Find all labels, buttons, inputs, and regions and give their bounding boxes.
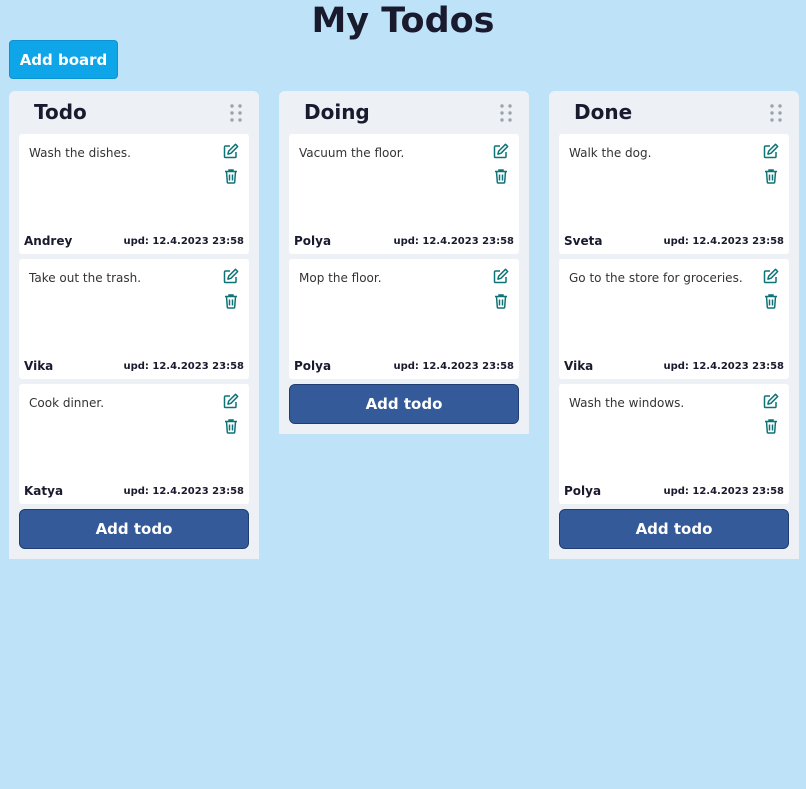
card-updated: upd: 12.4.2023 23:58 [123,361,244,372]
board-header: Done [559,91,789,134]
board-todo: Todo Wash the dishes. Andrey upd: 12.4.2… [9,91,259,559]
trash-icon[interactable] [763,293,779,309]
trash-icon[interactable] [223,293,239,309]
card-author: Andrey [24,234,73,248]
card-text: Go to the store for groceries. [569,271,743,285]
drag-handle-icon[interactable] [229,104,243,122]
drag-handle-icon[interactable] [499,104,513,122]
trash-icon[interactable] [763,418,779,434]
board-doing: Doing Vacuum the floor. Polya upd: 12.4.… [279,91,529,434]
add-todo-button[interactable]: Add todo [19,509,249,549]
card-author: Katya [24,484,64,498]
board-title: Done [574,100,633,124]
todo-card[interactable]: Wash the windows. Polya upd: 12.4.2023 2… [559,384,789,504]
board-done: Done Walk the dog. Sveta upd: 12.4.2023 … [549,91,799,559]
trash-icon[interactable] [763,168,779,184]
board-header: Todo [19,91,249,134]
edit-icon[interactable] [493,143,509,159]
card-updated: upd: 12.4.2023 23:58 [663,236,784,247]
card-text: Cook dinner. [29,396,105,410]
card-author: Vika [564,359,594,373]
drag-handle-icon[interactable] [769,104,783,122]
card-text: Wash the windows. [569,396,685,410]
card-author: Polya [294,359,332,373]
card-author: Vika [24,359,54,373]
card-updated: upd: 12.4.2023 23:58 [123,236,244,247]
card-updated: upd: 12.4.2023 23:58 [393,236,514,247]
card-updated: upd: 12.4.2023 23:58 [393,361,514,372]
todo-card[interactable]: Walk the dog. Sveta upd: 12.4.2023 23:58 [559,134,789,254]
card-text: Walk the dog. [569,146,652,160]
trash-icon[interactable] [493,168,509,184]
add-todo-button[interactable]: Add todo [289,384,519,424]
trash-icon[interactable] [223,418,239,434]
board-title: Todo [34,100,87,124]
trash-icon[interactable] [223,168,239,184]
card-author: Sveta [564,234,603,248]
todo-card[interactable]: Mop the floor. Polya upd: 12.4.2023 23:5… [289,259,519,379]
board-header: Doing [289,91,519,134]
page-title: My Todos [311,1,495,41]
edit-icon[interactable] [763,393,779,409]
add-todo-button[interactable]: Add todo [559,509,789,549]
todo-card[interactable]: Take out the trash. Vika upd: 12.4.2023 … [19,259,249,379]
edit-icon[interactable] [223,143,239,159]
edit-icon[interactable] [763,268,779,284]
card-text: Vacuum the floor. [299,146,405,160]
card-updated: upd: 12.4.2023 23:58 [663,486,784,497]
edit-icon[interactable] [223,268,239,284]
edit-icon[interactable] [493,268,509,284]
edit-icon[interactable] [763,143,779,159]
trash-icon[interactable] [493,293,509,309]
card-author: Polya [294,234,332,248]
card-text: Mop the floor. [299,271,382,285]
todo-card[interactable]: Vacuum the floor. Polya upd: 12.4.2023 2… [289,134,519,254]
edit-icon[interactable] [223,393,239,409]
card-text: Wash the dishes. [29,146,131,160]
board-title: Doing [304,100,370,124]
todo-card[interactable]: Cook dinner. Katya upd: 12.4.2023 23:58 [19,384,249,504]
todo-card[interactable]: Go to the store for groceries. Vika upd:… [559,259,789,379]
card-updated: upd: 12.4.2023 23:58 [663,361,784,372]
card-author: Polya [564,484,602,498]
add-board-button[interactable]: Add board [9,40,118,79]
card-updated: upd: 12.4.2023 23:58 [123,486,244,497]
todo-card[interactable]: Wash the dishes. Andrey upd: 12.4.2023 2… [19,134,249,254]
card-text: Take out the trash. [29,271,142,285]
